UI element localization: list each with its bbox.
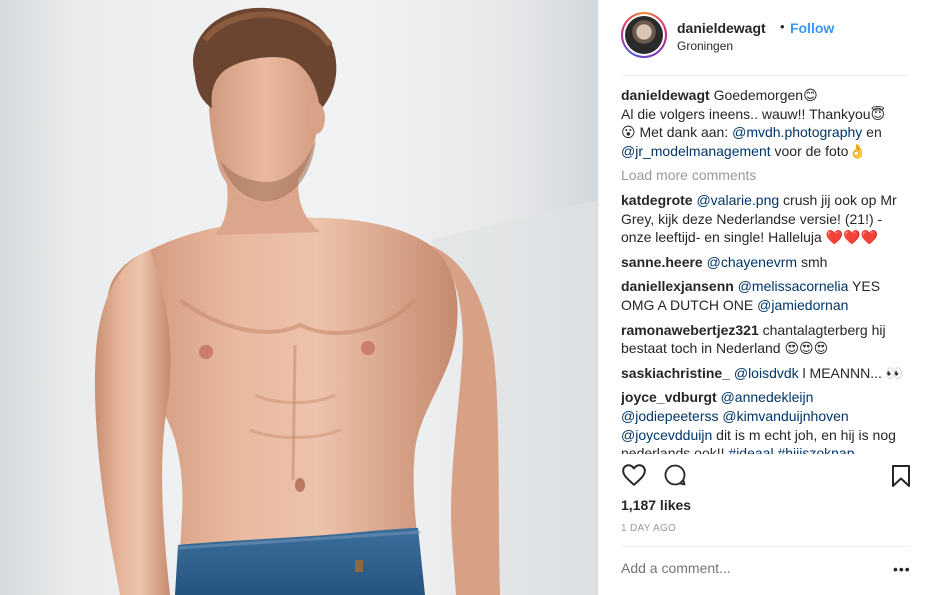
comment-item: sanne.heere @chayenevrm smh (621, 253, 913, 272)
caption-text-4: voor de foto👌 (770, 142, 866, 159)
post-sidebar: danieldewagt • Follow Groningen danielde… (598, 0, 930, 595)
mention-link[interactable]: @melissacornelia (738, 278, 849, 294)
mention-link[interactable]: @annedekleijn (721, 389, 814, 405)
caption: danieldewagt Goedemorgen😊 Al die volgers… (621, 86, 913, 160)
comment-username[interactable]: joyce_vdburgt (621, 389, 717, 405)
load-more-comments-button[interactable]: Load more comments (621, 166, 913, 185)
shirtless-man-photo-illustration (94, 7, 598, 595)
mention-link[interactable]: @kimvanduijnhoven (722, 408, 848, 424)
avatar[interactable] (621, 12, 667, 58)
post-timestamp[interactable]: 1 DAY AGO (621, 523, 676, 534)
comment-text: smh (797, 253, 828, 270)
hashtag-link[interactable]: #hijiszoknap (777, 445, 854, 454)
comment-item: daniellexjansenn @melissacornelia YES OM… (621, 277, 913, 314)
mention-link[interactable]: @valarie.png (696, 192, 779, 208)
comment-item: saskiachristine_ @loisdvdk l MEANNN... 👀 (621, 364, 913, 383)
comment-username[interactable]: saskiachristine_ (621, 365, 730, 381)
location-link[interactable]: Groningen (677, 39, 733, 53)
mention-link[interactable]: @jodiepeeterss (621, 408, 719, 424)
action-bar (621, 462, 911, 492)
divider (621, 75, 909, 76)
header-separator: • (780, 19, 785, 34)
comment-bubble-icon[interactable] (663, 463, 687, 487)
bookmark-icon[interactable] (891, 464, 911, 488)
mention-link[interactable]: @loisdvdk (734, 365, 799, 381)
mention-link[interactable]: @joycevdduijn (621, 427, 712, 443)
hashtag-link[interactable]: #ideaal (728, 445, 773, 454)
mention-link[interactable]: @mvdh.photography (732, 124, 862, 140)
mention-link[interactable]: @jr_modelmanagement (621, 143, 771, 159)
likes-count[interactable]: 1,187 likes (621, 497, 691, 513)
comment-item: katdegrote @valarie.png crush jij ook op… (621, 191, 913, 247)
more-options-icon[interactable]: ••• (893, 561, 911, 577)
caption-text-1: Goedemorgen😊 (713, 87, 818, 103)
avatar-image (625, 16, 663, 54)
comment-username[interactable]: katdegrote (621, 192, 693, 208)
comment-username[interactable]: sanne.heere (621, 254, 703, 270)
divider (621, 546, 909, 547)
avatar-ring-gap (623, 14, 665, 56)
comment-list[interactable]: danieldewagt Goedemorgen😊 Al die volgers… (621, 86, 913, 454)
heart-icon[interactable] (621, 462, 647, 488)
follow-button[interactable]: Follow (790, 20, 834, 36)
comment-username[interactable]: daniellexjansenn (621, 278, 734, 294)
mention-link[interactable]: @chayenevrm (707, 254, 797, 270)
add-comment-input[interactable] (621, 560, 881, 576)
post-photo[interactable] (0, 0, 598, 595)
comment-username[interactable]: ramonawebertjez321 (621, 322, 759, 338)
header-username[interactable]: danieldewagt (677, 20, 766, 36)
caption-text-3: 😮 Met dank aan: (621, 124, 733, 141)
caption-text-3b: en (862, 124, 882, 141)
comment-item: joyce_vdburgt @annedekleijn @jodiepeeter… (621, 388, 913, 454)
post-header: danieldewagt • Follow Groningen (599, 0, 930, 76)
caption-text-2: Al die volgers ineens.. wauw!! Thankyou😇 (621, 105, 886, 122)
instagram-post: danieldewagt • Follow Groningen danielde… (0, 0, 930, 595)
comment-item: ramonawebertjez321 chantalagterberg hij … (621, 321, 913, 358)
caption-username[interactable]: danieldewagt (621, 87, 710, 103)
comment-text: l MEANNN... 👀 (798, 364, 904, 381)
mention-link[interactable]: @jamiedornan (757, 297, 848, 313)
